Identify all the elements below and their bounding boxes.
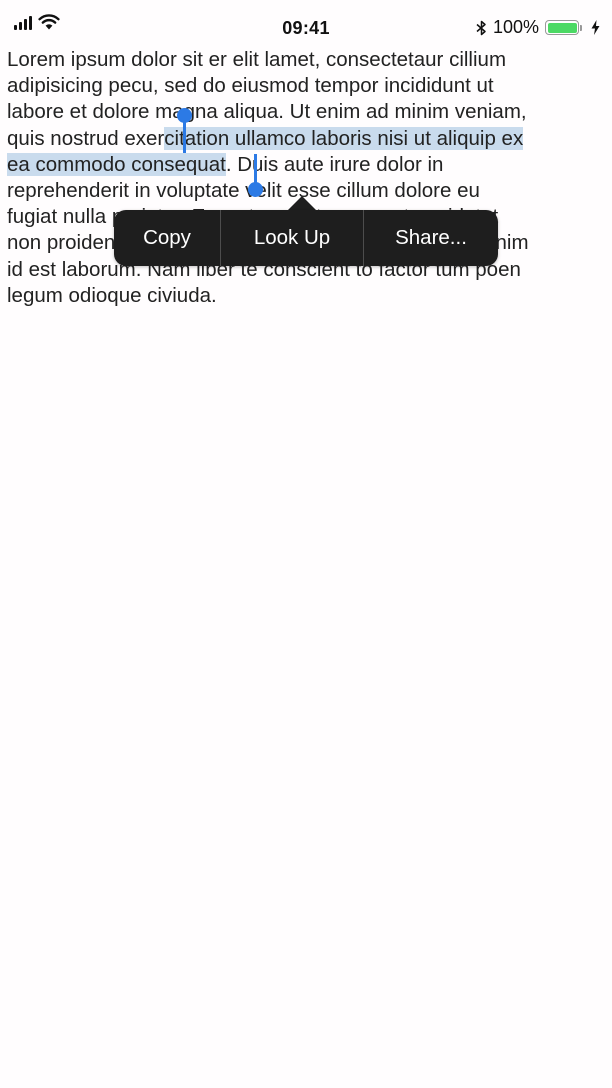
text-line: adipisicing pecu, sed do eiusmod tempor … (7, 73, 607, 99)
text-segment: adipisicing pecu, sed do eiusmod tempor … (7, 74, 494, 98)
share-button[interactable]: Share... (364, 210, 498, 266)
text-segment: quis nostrud exer (7, 126, 165, 150)
selection-end-handle[interactable] (248, 182, 263, 197)
text-line: Lorem ipsum dolor sit er elit lamet, con… (7, 47, 607, 73)
text-segment: . Duis aute irure dolor in (225, 152, 444, 176)
context-menu-arrow (287, 196, 317, 211)
text-line: quis nostrud exercitation ullamco labori… (7, 126, 607, 152)
text-line: ea commodo consequat. Duis aute irure do… (7, 152, 607, 178)
battery-icon (545, 20, 582, 35)
battery-level-fill (547, 22, 577, 33)
context-menu: Copy Look Up Share... (114, 210, 498, 266)
look-up-button[interactable]: Look Up (221, 210, 363, 266)
status-right: 100% (476, 17, 600, 38)
text-segment: Lorem ipsum dolor sit er elit lamet, con… (7, 48, 507, 71)
text-line: labore et dolore magna aliqua. Ut enim a… (7, 99, 607, 125)
bluetooth-icon (476, 20, 486, 35)
battery-percent: 100% (492, 17, 539, 37)
selection-start-handle[interactable] (177, 108, 192, 123)
text-segment: reprehenderit in voluptate velit esse ci… (7, 178, 480, 202)
status-bar: 09:41 100% (0, 0, 612, 44)
charging-bolt-icon (591, 20, 600, 35)
selected-text: ea commodo consequat (7, 152, 226, 176)
text-line: legum odioque civiuda. (7, 283, 607, 309)
text-segment: labore et dolore magna aliqua. Ut enim a… (7, 100, 527, 124)
selected-text: citation ullamco laboris nisi ut aliquip… (164, 126, 524, 150)
copy-button[interactable]: Copy (114, 210, 220, 266)
document-text[interactable]: Lorem ipsum dolor sit er elit lamet, con… (7, 47, 607, 309)
text-segment: legum odioque civiuda. (7, 283, 217, 307)
